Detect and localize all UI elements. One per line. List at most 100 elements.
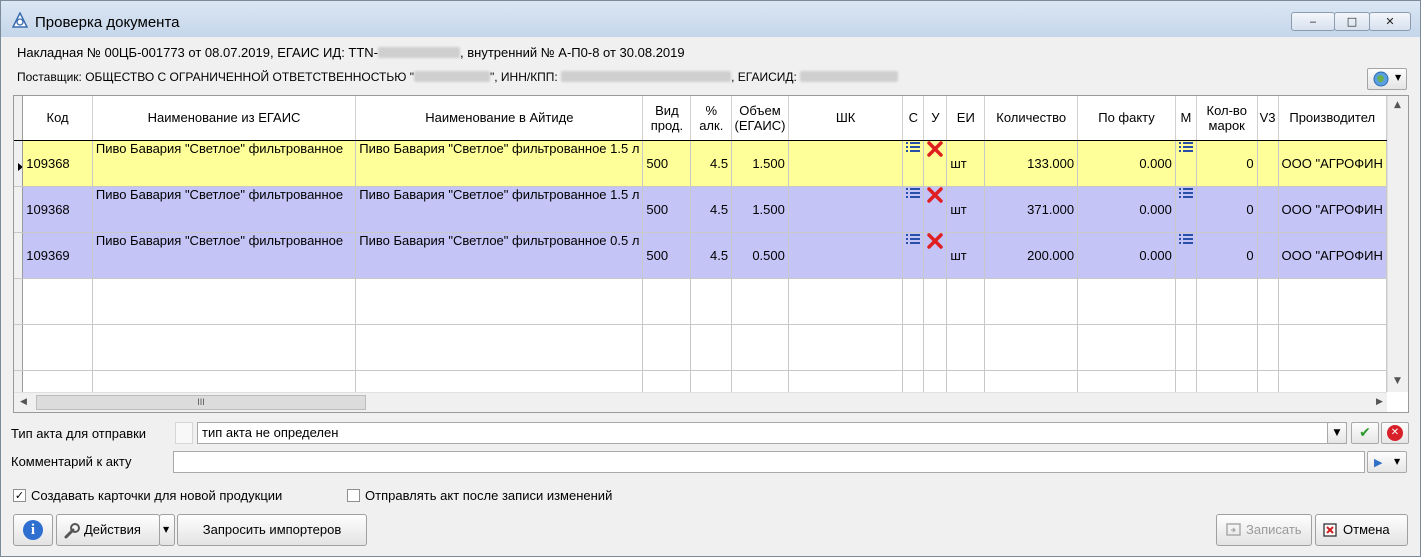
cell-local_name[interactable]: Пиво Бавария "Светлое" фильтрованное 0.5…	[355, 232, 644, 279]
create-cards-checkbox[interactable]: ✓	[13, 489, 26, 502]
column-header-volume[interactable]: Объем (ЕГАИС)	[731, 96, 789, 141]
act-type-code-field[interactable]	[175, 422, 193, 444]
column-header-code[interactable]: Код	[22, 96, 93, 141]
cell-c[interactable]	[902, 186, 925, 233]
column-header-egais_name[interactable]: Наименование из ЕГАИС	[92, 96, 357, 141]
cell-volume[interactable]: 0.500	[731, 232, 789, 279]
column-header-barcode[interactable]: ШК	[788, 96, 904, 141]
cell-kind[interactable]: 500	[642, 232, 692, 279]
cell-local_name[interactable]: Пиво Бавария "Светлое" фильтрованное 1.5…	[355, 186, 644, 233]
column-header-alc[interactable]: % алк.	[690, 96, 733, 141]
cell-u[interactable]	[923, 232, 948, 279]
cell-egais_name[interactable]: Пиво Бавария "Светлое" фильтрованное	[92, 140, 357, 187]
column-header-qty[interactable]: Количество	[984, 96, 1079, 141]
cell-v3[interactable]	[1257, 140, 1279, 187]
act-type-dropdown-button[interactable]: ▼	[1327, 422, 1347, 444]
cell-volume[interactable]: 1.500	[731, 186, 789, 233]
cell-qty[interactable]: 133.000	[984, 140, 1079, 187]
cell-barcode[interactable]	[788, 140, 904, 187]
column-header-u[interactable]: У	[923, 96, 948, 141]
column-header-m[interactable]: М	[1175, 96, 1197, 141]
confirm-act-type-button[interactable]: ✔	[1351, 422, 1379, 444]
row-indicator[interactable]	[14, 186, 24, 233]
cell-local_name[interactable]: Пиво Бавария "Светлое" фильтрованное 1.5…	[355, 140, 644, 187]
cell-egais_name[interactable]: Пиво Бавария "Светлое" фильтрованное	[92, 232, 357, 279]
list-icon[interactable]	[906, 187, 921, 199]
row-indicator[interactable]	[14, 232, 24, 279]
cell-unit[interactable]: шт	[946, 232, 986, 279]
row-indicator[interactable]	[14, 140, 24, 187]
request-importers-button[interactable]: Запросить импортеров	[177, 514, 367, 546]
cell-v3[interactable]	[1257, 186, 1279, 233]
cell-u[interactable]	[923, 186, 948, 233]
table-row[interactable]: 109369 Пиво Бавария "Светлое" фильтрованн…	[14, 232, 1387, 279]
cancel-button[interactable]: Отмена	[1315, 514, 1408, 546]
cell-v3[interactable]	[1257, 232, 1279, 279]
save-button[interactable]: Записать	[1216, 514, 1312, 546]
cell-alc[interactable]: 4.5	[690, 186, 733, 233]
cell-maker[interactable]: ООО "АГРОФИН	[1278, 140, 1387, 187]
column-header-actual[interactable]: По факту	[1077, 96, 1176, 141]
scroll-up-icon[interactable]: ▲	[1394, 100, 1401, 110]
cell-maker[interactable]: ООО "АГРОФИН	[1278, 232, 1387, 279]
cell-actual[interactable]: 0.000	[1077, 232, 1176, 279]
cell-m[interactable]	[1175, 140, 1197, 187]
scroll-left-icon[interactable]: ◀	[20, 397, 27, 407]
cell-egais_name[interactable]: Пиво Бавария "Светлое" фильтрованное	[92, 186, 357, 233]
cell-kind[interactable]: 500	[642, 186, 692, 233]
list-icon[interactable]	[1178, 233, 1193, 245]
cell-maker[interactable]: ООО "АГРОФИН	[1278, 186, 1387, 233]
cell-marks[interactable]: 0	[1196, 186, 1258, 233]
close-button[interactable]: ✕	[1369, 12, 1411, 31]
cell-code[interactable]: 109369	[22, 232, 93, 279]
goods-grid[interactable]: Код Наименование из ЕГАИС Наименование в А…	[13, 95, 1409, 413]
column-header-maker[interactable]: Производител	[1278, 96, 1387, 141]
cell-code[interactable]: 109368	[22, 140, 93, 187]
cell-qty[interactable]: 371.000	[984, 186, 1079, 233]
table-row[interactable]: 109368 Пиво Бавария "Светлое" фильтрованн…	[14, 186, 1387, 233]
cell-marks[interactable]: 0	[1196, 232, 1258, 279]
delete-x-icon[interactable]	[927, 140, 944, 157]
cell-code[interactable]: 109368	[22, 186, 93, 233]
cell-alc[interactable]: 4.5	[690, 232, 733, 279]
cell-c[interactable]	[902, 232, 925, 279]
delete-x-icon[interactable]	[927, 186, 944, 203]
list-icon[interactable]	[906, 141, 921, 153]
cell-u[interactable]	[923, 140, 948, 187]
actions-button[interactable]: Действия	[56, 514, 160, 546]
clear-act-type-button[interactable]: ✕	[1381, 422, 1409, 444]
maximize-button[interactable]: □	[1334, 12, 1370, 31]
globe-dropdown-button[interactable]: ▼	[1367, 68, 1407, 90]
column-header-kind[interactable]: Вид прод.	[642, 96, 692, 141]
act-type-select[interactable]: тип акта не определен	[197, 422, 1347, 444]
cell-actual[interactable]: 0.000	[1077, 186, 1176, 233]
cell-marks[interactable]: 0	[1196, 140, 1258, 187]
cell-m[interactable]	[1175, 186, 1197, 233]
column-header-unit[interactable]: ЕИ	[946, 96, 986, 141]
cell-unit[interactable]: шт	[946, 140, 986, 187]
cell-volume[interactable]: 1.500	[731, 140, 789, 187]
horizontal-scroll-thumb[interactable]: III	[36, 395, 366, 410]
column-header-marks[interactable]: Кол-во марок	[1196, 96, 1258, 141]
cell-m[interactable]	[1175, 232, 1197, 279]
cell-c[interactable]	[902, 140, 925, 187]
comment-options-button[interactable]: ▶ ▼	[1367, 451, 1407, 473]
cell-alc[interactable]: 4.5	[690, 140, 733, 187]
column-header-v3[interactable]: V3	[1257, 96, 1279, 141]
minimize-button[interactable]: ‒	[1291, 12, 1335, 31]
scroll-right-icon[interactable]: ▶	[1376, 397, 1383, 407]
column-header-local_name[interactable]: Наименование в Айтиде	[355, 96, 644, 141]
horizontal-scrollbar[interactable]: ◀ III ▶	[14, 392, 1387, 412]
list-icon[interactable]	[1178, 141, 1193, 153]
send-after-checkbox[interactable]	[347, 489, 360, 502]
list-icon[interactable]	[906, 233, 921, 245]
list-icon[interactable]	[1178, 187, 1193, 199]
cell-qty[interactable]: 200.000	[984, 232, 1079, 279]
cell-unit[interactable]: шт	[946, 186, 986, 233]
vertical-scrollbar[interactable]: ▲ ▼	[1387, 96, 1408, 392]
cell-barcode[interactable]	[788, 186, 904, 233]
cell-actual[interactable]: 0.000	[1077, 140, 1176, 187]
table-row[interactable]: 109368 Пиво Бавария "Светлое" фильтрованн…	[14, 140, 1387, 187]
cell-kind[interactable]: 500	[642, 140, 692, 187]
delete-x-icon[interactable]	[927, 232, 944, 249]
